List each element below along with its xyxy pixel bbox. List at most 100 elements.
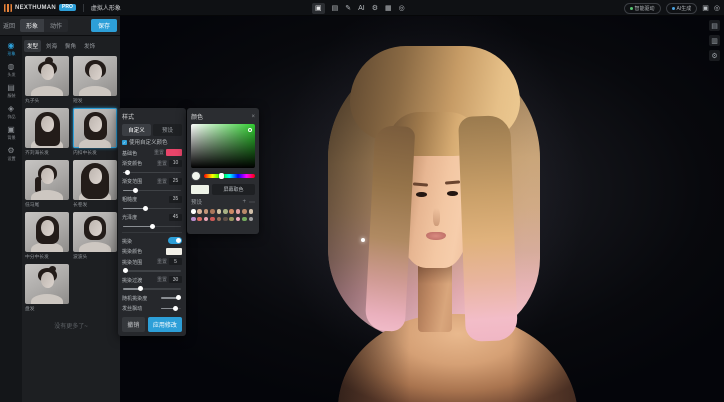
- preset-color-dot[interactable]: [249, 209, 254, 214]
- value-box[interactable]: 30: [169, 276, 182, 283]
- highlight-color-swatch[interactable]: [166, 248, 182, 255]
- segment-avatar[interactable]: 形象: [20, 19, 44, 32]
- edit-tool-icon[interactable]: ✎: [345, 5, 351, 12]
- hairstyle-item-selected[interactable]: 内扣中长发: [73, 108, 117, 156]
- hue-slider[interactable]: [204, 174, 255, 178]
- random-highlight-slider[interactable]: [161, 295, 181, 300]
- undo-button[interactable]: 撤销: [122, 317, 145, 332]
- preset-color-dot[interactable]: [223, 209, 228, 214]
- preset-color-dot[interactable]: [197, 209, 202, 214]
- preset-color-dot[interactable]: [236, 209, 241, 214]
- highlight-range-row: 挑染范围 重置 5: [122, 258, 182, 266]
- top-bar: NEXTHUMAN PRO 虚拟人形象 ▣ ▤ ✎ AI ⚙ ▦ ◎ 智能驱动 …: [0, 0, 724, 16]
- hairstyle-item[interactable]: 长卷发: [73, 160, 117, 208]
- sv-cursor[interactable]: [248, 128, 252, 132]
- gloss-row: 光泽度 45: [122, 213, 182, 221]
- layers-icon[interactable]: ▤: [709, 20, 720, 31]
- rail-item-hair[interactable]: ◍ 头发: [0, 60, 22, 81]
- preset-color-dot[interactable]: [197, 217, 202, 222]
- hairstyle-item[interactable]: 盘发: [25, 264, 69, 312]
- logo: NEXTHUMAN PRO 虚拟人形象: [0, 3, 121, 12]
- record-tool-icon[interactable]: ◎: [399, 5, 405, 12]
- rail-item-clothes[interactable]: ▤ 服装: [0, 81, 22, 102]
- hairstyle-item[interactable]: 短发: [73, 56, 117, 104]
- back-button[interactable]: 返回: [3, 21, 15, 30]
- reset-button[interactable]: 重置: [157, 276, 167, 283]
- hair-flow-slider[interactable]: [161, 306, 181, 311]
- highlight-blend-slider[interactable]: [123, 286, 181, 291]
- tab-preset[interactable]: 预设: [153, 124, 182, 136]
- add-preset-icon[interactable]: +: [242, 199, 246, 206]
- preset-color-dot[interactable]: [217, 209, 222, 214]
- more-icon[interactable]: ⋯: [249, 199, 255, 206]
- rail-item-accessory[interactable]: ◈ 饰品: [0, 102, 22, 123]
- preset-color-dot[interactable]: [242, 217, 247, 222]
- save-button[interactable]: 保存: [91, 19, 117, 32]
- tab-sideburns[interactable]: 鬓角: [62, 40, 79, 52]
- preset-color-dot[interactable]: [210, 217, 215, 222]
- drive-mode-button[interactable]: 智能驱动: [624, 3, 661, 14]
- preset-color-dot[interactable]: [210, 209, 215, 214]
- tab-bangs[interactable]: 刘海: [43, 40, 60, 52]
- image-tool-icon[interactable]: ▤: [332, 5, 339, 12]
- rail-item-avatar[interactable]: ◉ 形象: [0, 39, 22, 60]
- highlight-range-slider[interactable]: [123, 268, 181, 273]
- random-highlight-row: 随机挑染度: [122, 294, 182, 302]
- apply-button[interactable]: 应用修改: [148, 317, 182, 332]
- highlight-toggle-on[interactable]: [168, 237, 182, 244]
- hairstyle-item[interactable]: 波波头: [73, 212, 117, 260]
- rail-item-settings[interactable]: ⚙ 设置: [0, 144, 22, 165]
- hairstyle-item[interactable]: 低马尾: [25, 160, 69, 208]
- value-box[interactable]: 5: [169, 258, 182, 265]
- preset-color-dot[interactable]: [229, 217, 234, 222]
- preset-color-dot[interactable]: [242, 209, 247, 214]
- screen-pick-button[interactable]: 屏幕取色: [212, 184, 255, 195]
- rail-item-background[interactable]: ▣ 背景: [0, 123, 22, 144]
- saturation-value-field[interactable]: [191, 124, 255, 168]
- preset-color-dot[interactable]: [249, 217, 254, 222]
- settings-tool-icon[interactable]: ⚙: [372, 5, 378, 12]
- value-box[interactable]: 35: [169, 196, 182, 203]
- folder-icon[interactable]: ▣: [702, 4, 709, 12]
- hair-color-control-point[interactable]: [361, 238, 365, 242]
- roughness-slider[interactable]: [123, 206, 181, 211]
- value-box[interactable]: 10: [169, 160, 182, 167]
- gallery-icon[interactable]: ▥: [709, 35, 720, 46]
- value-box[interactable]: 25: [169, 178, 182, 185]
- tab-hair-accessory[interactable]: 发饰: [81, 40, 98, 52]
- preset-color-dot[interactable]: [236, 217, 241, 222]
- preset-color-dot[interactable]: [204, 217, 209, 222]
- preset-color-dot[interactable]: [217, 217, 222, 222]
- segment-motion[interactable]: 动作: [44, 19, 68, 32]
- tab-custom[interactable]: 自定义: [122, 124, 151, 136]
- avatar-tool-icon[interactable]: ▣: [312, 3, 325, 14]
- hairstyle-item[interactable]: 中分中长发: [25, 212, 69, 260]
- gradient-range-slider[interactable]: [123, 188, 181, 193]
- close-icon[interactable]: ×: [251, 114, 255, 120]
- reset-button[interactable]: 重置: [157, 178, 167, 185]
- reset-button[interactable]: 重置: [154, 149, 164, 156]
- value-box[interactable]: 45: [169, 214, 182, 221]
- tab-hairstyle[interactable]: 发型: [24, 40, 41, 52]
- base-color-swatch[interactable]: [166, 149, 182, 156]
- ai-tool-icon[interactable]: AI: [358, 5, 365, 12]
- account-icon[interactable]: ◎: [714, 4, 720, 12]
- character-eye-left: [416, 192, 427, 197]
- hairstyle-item[interactable]: 丸子头: [25, 56, 69, 104]
- gloss-slider[interactable]: [123, 224, 181, 229]
- scene-tool-icon[interactable]: ▦: [385, 5, 392, 12]
- eyedropper-swatch[interactable]: [191, 171, 201, 181]
- preset-color-dot[interactable]: [223, 217, 228, 222]
- gear-icon[interactable]: ⚙: [709, 50, 720, 61]
- hairstyle-item[interactable]: 齐刘海长发: [25, 108, 69, 156]
- preset-color-dot[interactable]: [191, 209, 196, 214]
- reset-button[interactable]: 重置: [157, 258, 167, 265]
- preset-color-dot[interactable]: [229, 209, 234, 214]
- preset-color-dot[interactable]: [204, 209, 209, 214]
- hair-style-settings-panel: 样式 自定义 预设 ✓ 使用自定义颜色 基础色 重置 渐变颜色 重置 10 渐变…: [118, 108, 186, 336]
- gradient-color-slider[interactable]: [123, 170, 181, 175]
- checkbox-checked[interactable]: ✓: [122, 140, 127, 145]
- ai-generate-button[interactable]: AI生成: [666, 3, 698, 14]
- preset-color-dot[interactable]: [191, 217, 196, 222]
- reset-button[interactable]: 重置: [157, 160, 167, 167]
